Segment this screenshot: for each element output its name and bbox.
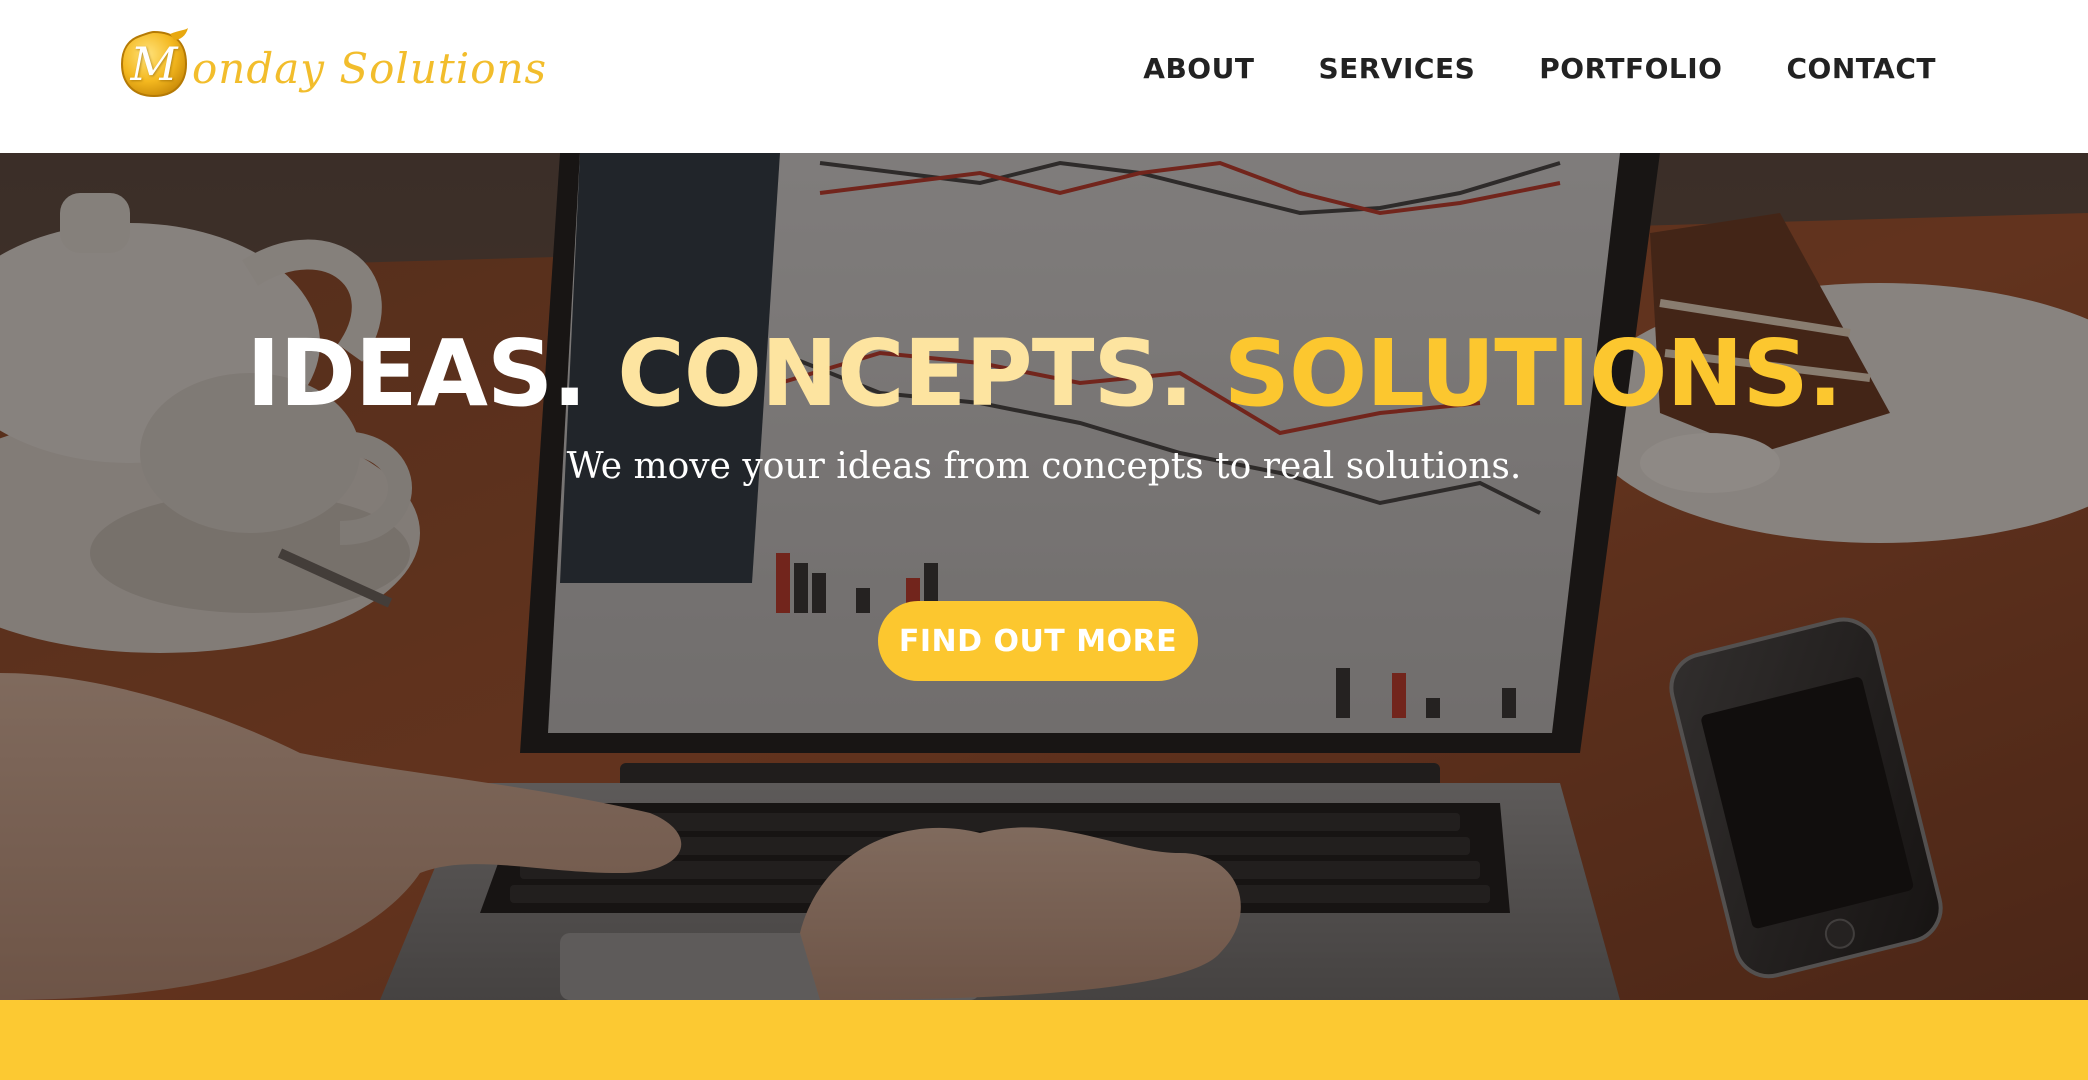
brand-name: onday Solutions [192, 43, 548, 93]
hero-section: IDEAS. CONCEPTS. SOLUTIONS. We move your… [0, 153, 2088, 1000]
hero-heading-concepts: CONCEPTS. [617, 320, 1193, 427]
leaf-badge-icon: M [118, 28, 190, 100]
navbar: M onday Solutions ABOUT SERVICES PORTFOL… [0, 0, 2088, 153]
hero-heading-ideas: IDEAS. [246, 320, 587, 427]
brand-logo[interactable]: M onday Solutions [118, 24, 547, 104]
hero-heading-solutions: SOLUTIONS. [1223, 320, 1843, 427]
main-nav: ABOUT SERVICES PORTFOLIO CONTACT [1079, 52, 1936, 85]
nav-link-about[interactable]: ABOUT [1143, 52, 1254, 85]
about-section-band [0, 1000, 2088, 1080]
hero-heading: IDEAS. CONCEPTS. SOLUTIONS. [0, 323, 2088, 424]
hero-overlay [0, 153, 2088, 1000]
find-out-more-button[interactable]: FIND OUT MORE [878, 601, 1198, 681]
logo-initial: M [130, 37, 178, 91]
hero-content: IDEAS. CONCEPTS. SOLUTIONS. We move your… [0, 323, 2088, 487]
hero-subheading: We move your ideas from concepts to real… [566, 446, 1522, 488]
nav-link-services[interactable]: SERVICES [1318, 52, 1475, 85]
nav-link-contact[interactable]: CONTACT [1786, 52, 1936, 85]
nav-link-portfolio[interactable]: PORTFOLIO [1539, 52, 1722, 85]
